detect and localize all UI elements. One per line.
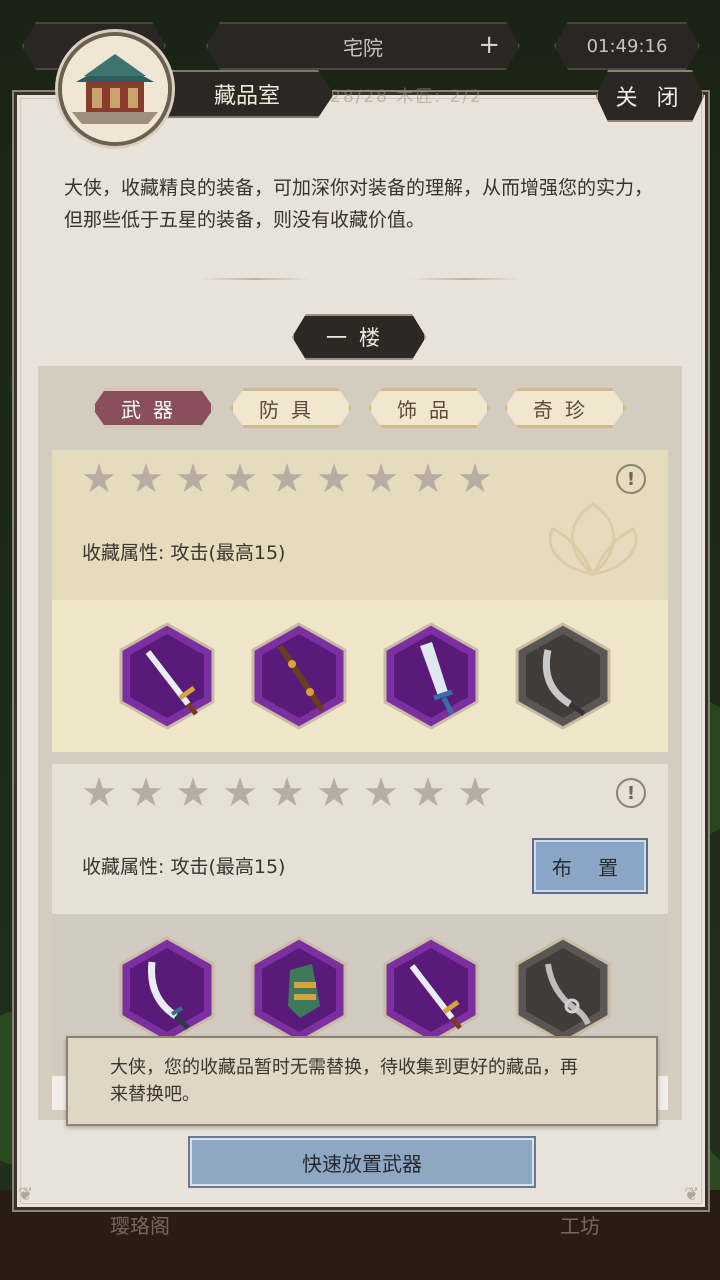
star-icon: ★ (81, 456, 117, 502)
star-icon: ★ (457, 770, 493, 816)
star-icon: ★ (175, 770, 211, 816)
floor-label: 一楼 (326, 326, 392, 350)
panel-title: 藏品室 (160, 70, 334, 118)
gauntlet-icon (251, 936, 347, 1044)
star-icon: ★ (128, 456, 164, 502)
star-icon: ★ (410, 770, 446, 816)
panel-description: 大侠，收藏精良的装备，可加深你对装备的理解，从而增强您的实力，但那些低于五星的装… (64, 177, 654, 231)
collection-attribute: 收藏属性: 攻击(最高15) (82, 856, 286, 878)
close-button-label: 关 闭 (615, 86, 685, 111)
close-button[interactable]: 关 闭 (596, 70, 704, 122)
hud-location-plate: 宅院 + (206, 22, 520, 70)
clock-label: 01:49:16 (586, 35, 668, 57)
tab-treasures[interactable]: 奇珍 (504, 388, 626, 428)
card-slots (52, 600, 668, 752)
hook-sword-icon (515, 936, 611, 1044)
card-header: ★ ★ ★ ★ ★ ★ ★ ★ ★ ! 收藏属性: 攻击(最高15) 布 置 (52, 764, 668, 914)
pavilion-icon (62, 36, 168, 142)
star-icon: ★ (363, 456, 399, 502)
location-title: 宅院 (343, 35, 383, 60)
place-button-label: 布 置 (551, 855, 629, 880)
sword-icon (383, 936, 479, 1044)
star-icon: ★ (128, 770, 164, 816)
divider-left (200, 278, 310, 280)
star-icon: ★ (269, 456, 305, 502)
broadsword-icon (383, 622, 479, 730)
star-icon: ★ (316, 770, 352, 816)
collection-card: ★ ★ ★ ★ ★ ★ ★ ★ ★ ! 收藏属性: 攻击(最高15) 布 置 (52, 764, 668, 1074)
toast-message: 大侠，您的收藏品暂时无需替换，待收集到更好的藏品，再来替换吧。 (66, 1036, 658, 1126)
tab-label: 奇珍 (533, 397, 597, 422)
info-icon[interactable]: ! (616, 778, 646, 808)
quick-place-button[interactable]: 快速放置武器 (188, 1136, 536, 1188)
star-icon: ★ (316, 456, 352, 502)
corner-ornament: ❦ (18, 1184, 34, 1205)
collection-slot[interactable] (382, 622, 480, 730)
panel-title-text: 藏品室 (213, 84, 280, 109)
collection-slot[interactable] (118, 622, 216, 730)
collection-slot[interactable] (250, 622, 348, 730)
curved-sword-icon (119, 936, 215, 1044)
star-icon: ★ (457, 456, 493, 502)
tab-label: 防具 (259, 397, 323, 422)
tab-weapons[interactable]: 武器 (92, 388, 214, 428)
star-icon: ★ (175, 456, 211, 502)
tab-label: 武器 (121, 397, 185, 422)
collection-slot[interactable] (382, 936, 480, 1044)
building-avatar (58, 32, 172, 146)
collection-slot[interactable] (514, 936, 612, 1044)
collection-slot[interactable] (514, 622, 612, 730)
bottom-right-label: 工坊 (560, 1214, 600, 1238)
toast-text: 大侠，您的收藏品暂时无需替换，待收集到更好的藏品，再来替换吧。 (110, 1057, 578, 1105)
collection-attribute: 收藏属性: 攻击(最高15) (82, 542, 286, 564)
lotus-icon (548, 502, 638, 576)
divider-right (410, 278, 520, 280)
tab-accessories[interactable]: 饰品 (368, 388, 490, 428)
tab-label: 饰品 (397, 397, 461, 422)
star-icon: ★ (363, 770, 399, 816)
floor-badge: 一楼 (292, 314, 426, 360)
quick-place-label: 快速放置武器 (302, 1151, 422, 1176)
star-icon: ★ (410, 456, 446, 502)
star-rating: ★ ★ ★ ★ ★ ★ ★ ★ ★ (80, 770, 494, 816)
scimitar-icon (515, 622, 611, 730)
collection-card: ★ ★ ★ ★ ★ ★ ★ ★ ★ ! 收藏属性: 攻击(最高15) (52, 450, 668, 752)
plus-icon[interactable]: + (478, 30, 500, 60)
collection-slot[interactable] (118, 936, 216, 1044)
star-icon: ★ (81, 770, 117, 816)
sword-icon (119, 622, 215, 730)
card-header: ★ ★ ★ ★ ★ ★ ★ ★ ★ ! 收藏属性: 攻击(最高15) (52, 450, 668, 600)
place-button[interactable]: 布 置 (532, 838, 648, 894)
star-icon: ★ (222, 770, 258, 816)
ghost-stats: 28/28 木匠: 2/2 (330, 87, 483, 107)
collection-slot[interactable] (250, 936, 348, 1044)
tab-armor[interactable]: 防具 (230, 388, 352, 428)
star-icon: ★ (222, 456, 258, 502)
hud-clock: 01:49:16 (554, 22, 700, 70)
corner-ornament: ❦ (684, 1184, 700, 1205)
star-icon: ★ (269, 770, 305, 816)
staff-icon (251, 622, 347, 730)
star-rating: ★ ★ ★ ★ ★ ★ ★ ★ ★ (80, 456, 494, 502)
bottom-left-label: 璎珞阁 (110, 1214, 170, 1238)
